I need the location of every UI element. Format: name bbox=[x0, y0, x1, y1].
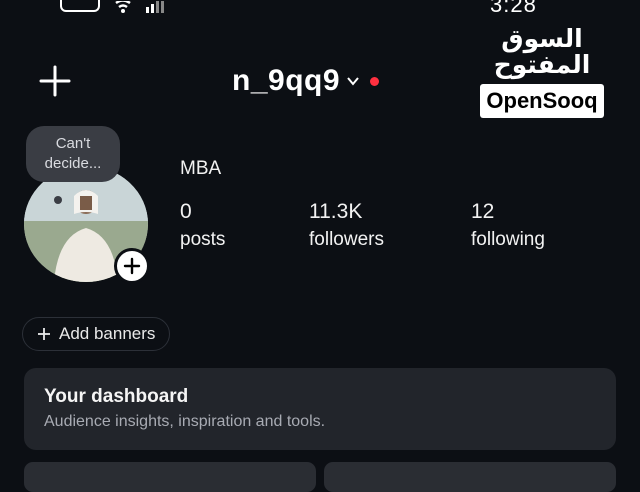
watermark-latin: OpenSooq bbox=[480, 84, 604, 118]
followers-label: followers bbox=[309, 229, 384, 250]
dashboard-title: Your dashboard bbox=[44, 386, 189, 407]
share-profile-button[interactable] bbox=[324, 462, 616, 492]
plus-icon bbox=[38, 328, 50, 340]
watermark-arabic: السوق المفتوح bbox=[493, 24, 591, 79]
wifi-icon bbox=[115, 1, 131, 13]
following-count: 12 bbox=[471, 200, 495, 223]
notification-dot bbox=[370, 76, 380, 86]
status-bar-icons bbox=[60, 0, 164, 14]
add-banners-button[interactable]: Add banners bbox=[22, 317, 171, 351]
create-plus-icon[interactable] bbox=[38, 64, 72, 98]
dashboard-subtitle: Audience insights, inspiration and tools… bbox=[44, 413, 326, 430]
battery-icon bbox=[60, 0, 100, 12]
posts-count: 0 bbox=[180, 200, 192, 223]
username: n_9qq9 bbox=[232, 64, 341, 97]
profile-note-bubble[interactable]: Can't decide... bbox=[26, 126, 120, 182]
note-bubble-tail bbox=[54, 196, 62, 204]
add-banners-label: Add banners bbox=[59, 324, 156, 343]
stat-followers[interactable]: 11.3K followers bbox=[309, 198, 384, 254]
edit-profile-button[interactable] bbox=[24, 462, 316, 492]
following-label: following bbox=[471, 229, 545, 250]
followers-count: 11.3K bbox=[309, 200, 363, 223]
add-icon bbox=[123, 257, 141, 275]
status-time: 3:28 bbox=[490, 0, 537, 17]
add-story-button[interactable] bbox=[114, 248, 150, 284]
dashboard-card[interactable]: Your dashboard Audience insights, inspir… bbox=[24, 368, 616, 450]
stat-following[interactable]: 12 following bbox=[471, 198, 545, 254]
signal-icon bbox=[146, 1, 164, 13]
opensooq-watermark: السوق المفتوح OpenSooq bbox=[466, 26, 618, 118]
account-switcher[interactable]: n_9qq9 bbox=[232, 64, 380, 98]
chevron-down-icon bbox=[347, 77, 359, 86]
profile-name: MBA bbox=[180, 158, 222, 179]
posts-label: posts bbox=[180, 229, 226, 250]
stat-posts[interactable]: 0 posts bbox=[180, 198, 225, 254]
